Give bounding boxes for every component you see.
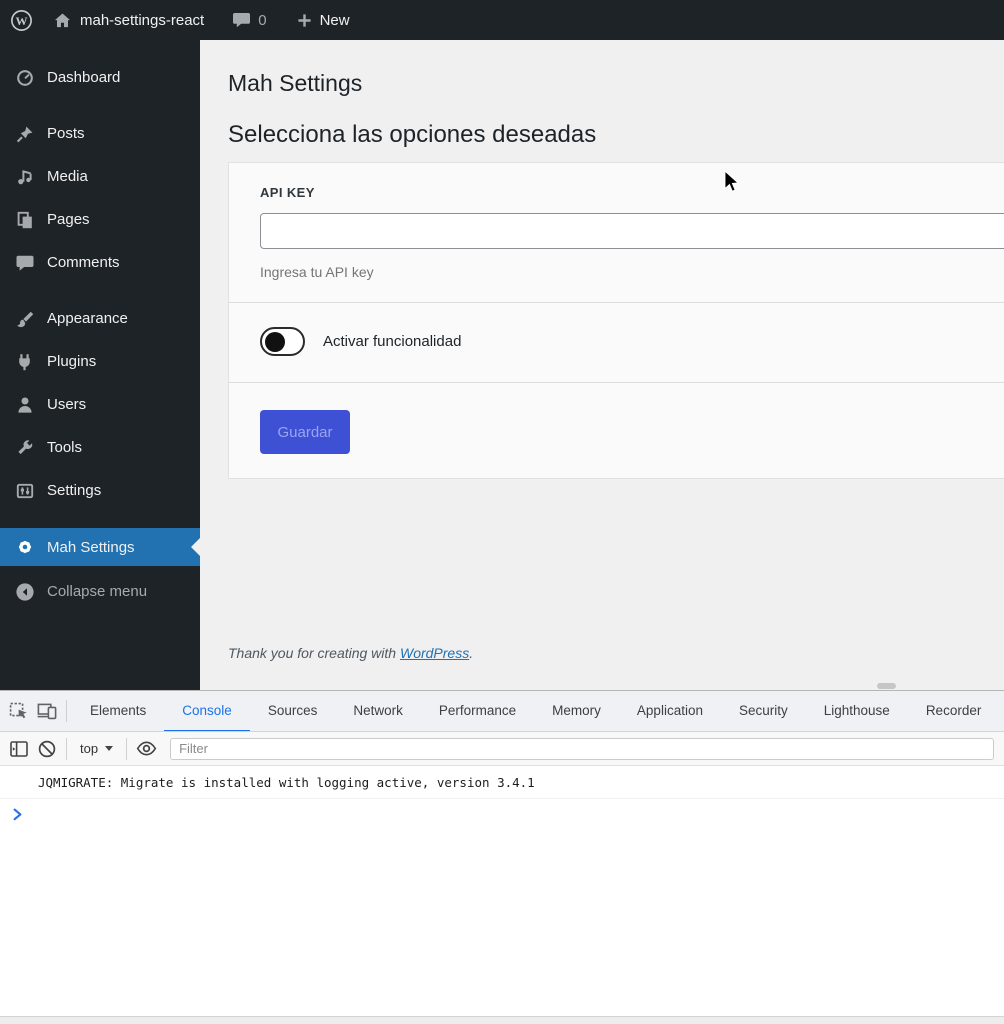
screen: W mah-settings-react 0 New Dashboard Pos…: [0, 0, 1004, 1024]
console-output: JQMIGRATE: Migrate is installed with log…: [0, 766, 1004, 821]
comment-icon: [14, 253, 36, 273]
context-selector-dropdown[interactable]: top: [72, 741, 121, 756]
tab-memory[interactable]: Memory: [534, 691, 619, 732]
collapse-menu-button[interactable]: Collapse menu: [0, 570, 200, 613]
inspect-element-icon[interactable]: [5, 698, 33, 725]
divider: [66, 700, 67, 722]
sidebar-item-label: Posts: [47, 125, 85, 142]
devtools-tabbar: Elements Console Sources Network Perform…: [0, 691, 1004, 732]
home-icon[interactable]: [53, 0, 72, 40]
device-toolbar-icon[interactable]: [33, 698, 61, 725]
chevron-down-icon: [105, 746, 113, 751]
tab-sources[interactable]: Sources: [250, 691, 336, 732]
sidebar-item-label: Users: [47, 396, 86, 413]
media-notes-icon: [14, 167, 36, 187]
eye-icon[interactable]: [132, 735, 160, 762]
tab-elements[interactable]: Elements: [72, 691, 164, 732]
toggle-knob: [265, 332, 285, 352]
wp-admin-bar: W mah-settings-react 0 New: [0, 0, 1004, 40]
sidebar-item-label: Dashboard: [47, 69, 120, 86]
button-row: Guardar: [229, 383, 1004, 478]
page-title: Mah Settings: [228, 70, 1004, 97]
wordpress-logo-icon[interactable]: W: [10, 0, 33, 40]
context-selector-value: top: [80, 741, 98, 756]
api-key-input[interactable]: [260, 213, 1004, 249]
wp-footer-credit: Thank you for creating with WordPress.: [228, 645, 1004, 661]
collapse-arrow-icon: [14, 582, 36, 602]
user-icon: [14, 395, 36, 415]
sliders-icon: [14, 481, 36, 501]
tab-network[interactable]: Network: [335, 691, 421, 732]
footer-text: Thank you for creating with: [228, 645, 400, 661]
gear-icon: [14, 537, 36, 557]
new-button[interactable]: New: [320, 0, 350, 40]
tab-application[interactable]: Application: [619, 691, 721, 732]
page-scrollbar-thumb[interactable]: [877, 683, 896, 689]
tab-performance[interactable]: Performance: [421, 691, 534, 732]
console-filter-input[interactable]: [170, 738, 994, 760]
wordpress-link[interactable]: WordPress: [400, 645, 469, 661]
settings-card: API KEY Ingresa tu API key Activar funci…: [228, 162, 1004, 479]
divider: [126, 738, 127, 760]
devtools-panel: Elements Console Sources Network Perform…: [0, 690, 1004, 1024]
sidebar-item-appearance[interactable]: Appearance: [0, 297, 200, 340]
toggle-row: Activar funcionalidad: [229, 303, 1004, 383]
console-log-message: JQMIGRATE: Migrate is installed with log…: [0, 766, 1004, 799]
dashboard-icon: [14, 68, 36, 88]
sidebar-item-media[interactable]: Media: [0, 155, 200, 198]
sidebar-item-plugins[interactable]: Plugins: [0, 340, 200, 383]
sidebar-item-mah-settings[interactable]: Mah Settings: [0, 528, 200, 566]
sidebar-item-label: Media: [47, 168, 88, 185]
page-subtitle: Selecciona las opciones deseadas: [228, 121, 1004, 149]
sidebar-item-settings[interactable]: Settings: [0, 469, 200, 512]
plug-icon: [14, 352, 36, 372]
comments-bubble-icon[interactable]: [232, 0, 251, 40]
console-input-line[interactable]: [0, 799, 1004, 821]
wrench-icon: [14, 438, 36, 458]
sidebar-item-comments[interactable]: Comments: [0, 241, 200, 284]
svg-text:W: W: [15, 13, 27, 27]
sidebar-item-pages[interactable]: Pages: [0, 198, 200, 241]
clear-console-icon[interactable]: [33, 735, 61, 762]
activate-toggle[interactable]: [260, 327, 305, 356]
tab-lighthouse[interactable]: Lighthouse: [806, 691, 908, 732]
collapse-menu-label: Collapse menu: [47, 583, 147, 600]
comments-count: 0: [258, 0, 266, 40]
main-content: Mah Settings Selecciona las opciones des…: [200, 40, 1004, 690]
sidebar-item-dashboard[interactable]: Dashboard: [0, 56, 200, 99]
brush-icon: [14, 309, 36, 329]
window-bottom-edge: [0, 1016, 1004, 1024]
sidebar-item-label: Comments: [47, 254, 120, 271]
divider: [66, 738, 67, 760]
tab-security[interactable]: Security: [721, 691, 806, 732]
sidebar-item-label: Mah Settings: [47, 539, 135, 556]
pushpin-icon: [14, 124, 36, 144]
console-sidebar-icon[interactable]: [5, 735, 33, 762]
console-toolbar: top: [0, 732, 1004, 766]
save-button[interactable]: Guardar: [260, 410, 350, 454]
tab-console[interactable]: Console: [164, 691, 250, 732]
toggle-label: Activar funcionalidad: [323, 333, 461, 350]
sidebar-item-label: Settings: [47, 482, 101, 499]
sidebar-item-label: Tools: [47, 439, 82, 456]
sidebar-item-label: Plugins: [47, 353, 96, 370]
pages-icon: [14, 210, 36, 230]
prompt-chevron-icon: [13, 808, 23, 821]
sidebar-item-tools[interactable]: Tools: [0, 426, 200, 469]
sidebar-item-label: Appearance: [47, 310, 128, 327]
tab-recorder[interactable]: Recorder: [908, 691, 1000, 732]
site-name-link[interactable]: mah-settings-react: [80, 0, 204, 40]
sidebar-item-label: Pages: [47, 211, 90, 228]
wp-sidebar-menu: Dashboard Posts Media Pages Comments App…: [0, 40, 200, 690]
plus-icon[interactable]: [297, 0, 312, 40]
api-key-label: API KEY: [260, 185, 1004, 200]
api-key-help-text: Ingresa tu API key: [260, 264, 1004, 280]
footer-period: .: [469, 645, 473, 661]
sidebar-item-users[interactable]: Users: [0, 383, 200, 426]
sidebar-item-posts[interactable]: Posts: [0, 112, 200, 155]
api-key-row: API KEY Ingresa tu API key: [229, 163, 1004, 303]
